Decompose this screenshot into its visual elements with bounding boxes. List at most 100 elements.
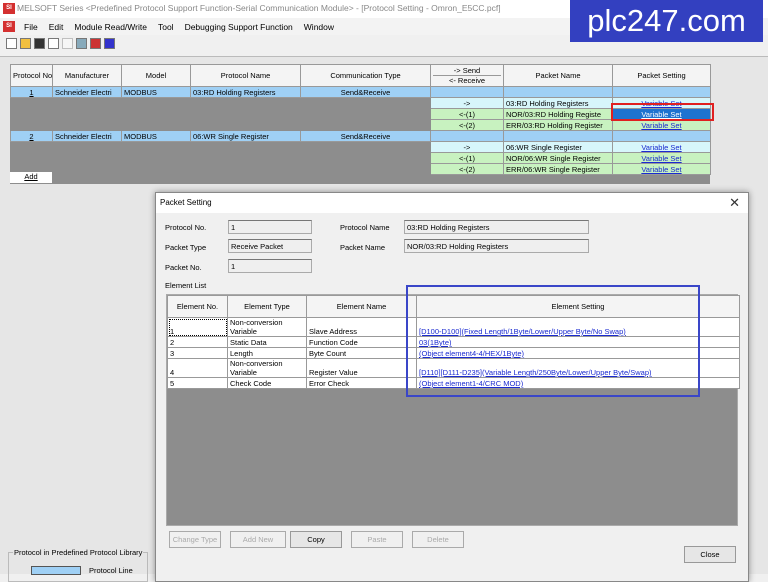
element-no: 3 [168,348,228,359]
element-no: 1 [168,318,228,337]
packet-name-label: Packet Name [340,243,385,252]
element-name: Byte Count [307,348,417,359]
protocol-name-field: 03:RD Holding Registers [404,220,589,234]
packet-row: <-(2) ERR/06:WR Single Register Variable… [11,164,711,175]
element-name: Register Value [307,359,417,378]
highlight-box [611,103,714,121]
element-name: Slave Address [307,318,417,337]
protocol-row[interactable]: 1 Schneider Electri MODBUS 03:RD Holding… [11,87,711,98]
model: MODBUS [122,87,191,98]
variable-set-link[interactable]: Variable Set [613,142,711,153]
blank [431,87,504,98]
app-menu-icon[interactable]: SI [3,21,15,32]
packet-no-field: 1 [228,259,312,273]
menu-window[interactable]: Window [304,22,334,32]
packet-name: NOR/06:WR Single Register [504,153,613,164]
variable-set-link[interactable]: Variable Set [613,164,711,175]
add-protocol-button[interactable]: Add [10,172,52,183]
save-icon[interactable] [34,38,45,49]
change-type-button[interactable]: Change Type [169,531,221,548]
packet-direction: <-(2) [431,120,504,131]
packet-direction: -> [431,142,504,153]
blank [11,142,431,153]
element-name: Error Check [307,378,417,389]
copy-button[interactable]: Copy [290,531,342,548]
header-element-name: Element Name [307,296,417,318]
highlight-box [406,285,700,397]
packet-direction: <-(2) [431,164,504,175]
blank [11,109,431,120]
header-packet-setting: Packet Setting [613,65,711,87]
protocol-name: 06:WR Single Register [191,131,301,142]
element-no: 4 [168,359,228,378]
blank [431,131,504,142]
menu-file[interactable]: File [24,22,38,32]
legend-title: Protocol in Predefined Protocol Library [13,548,143,557]
protocol-name-label: Protocol Name [340,223,390,232]
element-type: Non-conversion Variable [228,359,307,378]
protocol-no[interactable]: 1 [11,87,53,98]
paste-button[interactable]: Paste [351,531,403,548]
protocol-no-field: 1 [228,220,312,234]
header-model: Model [122,65,191,87]
packet-name: 03:RD Holding Registers [504,98,613,109]
delete-button[interactable]: Delete [412,531,464,548]
header-send-receive: -> Send<- Receive [431,65,504,87]
element-list-label: Element List [165,281,206,290]
element-no: 5 [168,378,228,389]
packet-direction: -> [431,98,504,109]
module-icon[interactable] [76,38,87,49]
packet-setting-dialog: Packet Setting ✕ Protocol No. 1 Packet T… [155,192,749,582]
blank [613,87,711,98]
packet-row: <-(2) ERR/03:RD Holding Register Variabl… [11,120,711,131]
blank [613,131,711,142]
packet-name-field: NOR/03:RD Holding Registers [404,239,589,253]
read-icon[interactable] [104,38,115,49]
packet-direction: <-(1) [431,109,504,120]
header-communication-type: Communication Type [301,65,431,87]
library-legend-group: Protocol in Predefined Protocol Library … [8,552,148,582]
blank [11,98,431,109]
manufacturer: Schneider Electri [53,131,122,142]
paste-icon[interactable] [62,38,73,49]
packet-row: -> 03:RD Holding Registers Variable Set [11,98,711,109]
element-type: Length [228,348,307,359]
header-element-type: Element Type [228,296,307,318]
write-icon[interactable] [90,38,101,49]
element-type: Static Data [228,337,307,348]
packet-row: <-(1) NOR/03:RD Holding Registe Variable… [11,109,711,120]
protocol-no-label: Protocol No. [165,223,206,232]
header-send: -> Send [433,66,501,76]
header-element-no: Element No. [168,296,228,318]
menu-tool[interactable]: Tool [158,22,174,32]
protocol-row[interactable]: 2 Schneider Electri MODBUS 06:WR Single … [11,131,711,142]
packet-name: ERR/06:WR Single Register [504,164,613,175]
communication-type: Send&Receive [301,87,431,98]
blank [504,131,613,142]
blank [504,87,613,98]
add-new-button[interactable]: Add New [230,531,286,548]
header-receive: <- Receive [433,76,501,85]
blank [11,153,431,164]
variable-set-link[interactable]: Variable Set [613,120,711,131]
close-button[interactable]: Close [684,546,736,563]
header-packet-name: Packet Name [504,65,613,87]
dialog-title: Packet Setting [156,193,748,213]
packet-type-field: Receive Packet [228,239,312,253]
protocol-no[interactable]: 2 [11,131,53,142]
element-type: Check Code [228,378,307,389]
element-name: Function Code [307,337,417,348]
open-icon[interactable] [20,38,31,49]
menu-edit[interactable]: Edit [49,22,64,32]
menu-debugging[interactable]: Debugging Support Function [185,22,293,32]
new-icon[interactable] [6,38,17,49]
header-manufacturer: Manufacturer [53,65,122,87]
protocol-grid: Protocol No. Manufacturer Model Protocol… [10,64,710,184]
variable-set-link[interactable]: Variable Set [613,153,711,164]
dialog-close-icon[interactable]: ✕ [729,195,740,211]
header-protocol-no: Protocol No. [11,65,53,87]
menu-module-read-write[interactable]: Module Read/Write [74,22,147,32]
copy-icon[interactable] [48,38,59,49]
packet-row: -> 06:WR Single Register Variable Set [11,142,711,153]
window-title: MELSOFT Series <Predefined Protocol Supp… [17,3,501,13]
